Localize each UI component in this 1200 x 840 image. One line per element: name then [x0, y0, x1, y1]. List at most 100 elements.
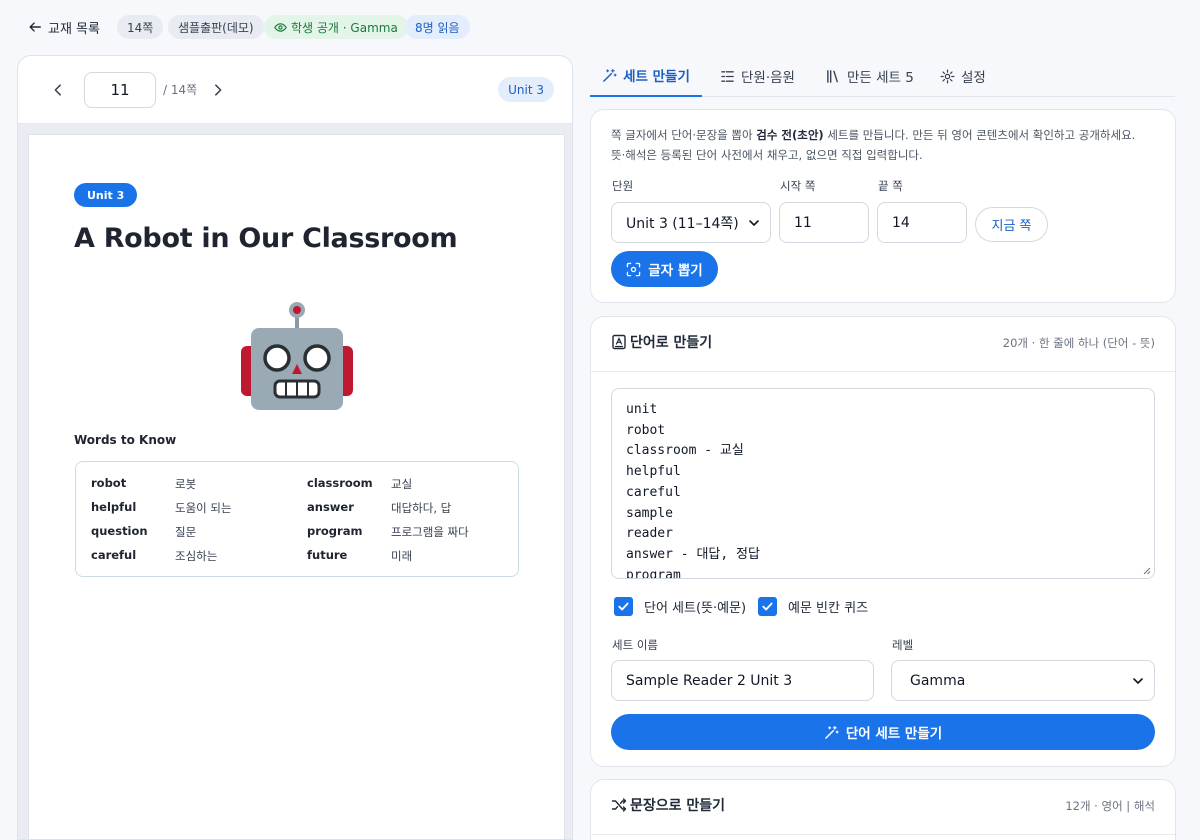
viewer-toolbar: / 14쪽 Unit 3: [18, 56, 572, 124]
paper-title: A Robot in Our Classroom: [74, 223, 458, 254]
publisher-chip: 샘플출판(데모): [168, 15, 264, 39]
list-icon: [721, 70, 734, 82]
vocab-word: helpful: [91, 500, 137, 514]
word-line: robot: [626, 422, 666, 438]
make-word-set-label: 단어 세트 만들기: [845, 726, 943, 742]
shuffle-icon: [611, 798, 627, 812]
tab-made-sets[interactable]: 만든 세트 5: [826, 55, 914, 97]
resize-grip-icon[interactable]: [1142, 566, 1151, 575]
chevron-left-icon: [54, 84, 61, 96]
robot-illustration: [241, 302, 353, 410]
sentences-title-label: 문장으로 만들기: [630, 798, 726, 814]
word-line: reader: [626, 526, 673, 542]
unit-label: 단원: [612, 179, 634, 193]
word-line: helpful: [626, 464, 681, 480]
level-select[interactable]: Gamma: [891, 660, 1155, 701]
next-page-button[interactable]: [206, 78, 230, 102]
vocab-meaning: 도움이 되는: [175, 501, 232, 515]
page-viewer: / 14쪽 Unit 3 Unit 3 A Robot in Our Class…: [17, 55, 573, 840]
prev-page-button[interactable]: [46, 78, 70, 102]
extract-button-label: 글자 뽑기: [648, 263, 703, 279]
words-to-know-heading: Words to Know: [74, 433, 177, 447]
vocab-meaning: 프로그램을 짜다: [391, 525, 469, 539]
words-title-label: 단어로 만들기: [630, 335, 713, 351]
vocab-meaning: 교실: [391, 477, 413, 491]
word-set-checkbox[interactable]: 단어 세트(뜻·예문): [614, 597, 746, 616]
page-total-label: / 14쪽: [163, 83, 198, 97]
unit-select[interactable]: Unit 3 (11–14쪽): [611, 202, 771, 243]
end-page-input[interactable]: [877, 202, 967, 243]
magic-wand-icon: [824, 725, 839, 739]
words-card-header: 단어로 만들기 20개 · 한 줄에 하나 (단어 - 뜻): [591, 317, 1175, 372]
tab-units-audio[interactable]: 단원·음원: [720, 55, 795, 97]
top-bar: 교재 목록 14쪽 샘플출판(데모) 학생 공개 · Gamma 8명 읽음: [0, 0, 1200, 54]
back-label: 교재 목록: [48, 21, 100, 37]
current-unit-badge: Unit 3: [498, 77, 554, 102]
page-number-input[interactable]: [84, 72, 156, 108]
quiz-checkbox-label: 예문 빈칸 퀴즈: [788, 601, 869, 616]
tab-label: 단원·음원: [741, 70, 795, 86]
words-card: 단어로 만들기 20개 · 한 줄에 하나 (단어 - 뜻) unit robo…: [590, 316, 1176, 767]
vocab-meaning: 질문: [175, 525, 197, 539]
start-page-input[interactable]: [779, 202, 869, 243]
vocab-row: careful 조심하는 future 미래: [76, 548, 518, 566]
words-card-title: 단어로 만들기: [611, 332, 712, 352]
back-to-textbooks-link[interactable]: 교재 목록: [28, 14, 100, 40]
words-count-meta: 20개 · 한 줄에 하나 (단어 - 뜻): [1002, 336, 1155, 350]
extract-text-button[interactable]: 글자 뽑기: [611, 251, 718, 287]
desc-bold: 검수 전(초안): [756, 128, 824, 142]
chevron-right-icon: [215, 84, 222, 96]
tab-make-set[interactable]: 세트 만들기: [590, 55, 702, 97]
gear-icon: [940, 69, 955, 83]
words-textarea[interactable]: unit robot classroom - 교실 helpful carefu…: [611, 388, 1155, 579]
word-set-checkbox-label: 단어 세트(뜻·예문): [644, 601, 747, 616]
checkmark-icon: [762, 602, 773, 611]
eye-icon: [274, 22, 287, 32]
unit-select-value: Unit 3 (11–14쪽): [626, 215, 739, 232]
checkmark-icon: [618, 602, 629, 611]
vocab-word: classroom: [307, 476, 373, 490]
word-line: answer - 대답, 정답: [626, 546, 760, 562]
panel-tabs: 세트 만들기 단원·음원 만든 세트 5 설정: [590, 55, 1175, 97]
desc-text: 세트를 만듭니다. 만든 뒤 영어 콘텐츠에서 확인하고 공개하세요.: [823, 128, 1136, 142]
make-word-set-button[interactable]: 단어 세트 만들기: [611, 714, 1155, 750]
desc-text: 쪽 글자에서 단어·문장을 뽑아: [611, 128, 757, 142]
sentences-card-header: 문장으로 만들기 12개 · 영어 | 해석: [591, 780, 1175, 835]
start-page-label: 시작 쪽: [780, 179, 816, 193]
vocab-row: helpful 도움이 되는 answer 대답하다, 답: [76, 500, 518, 518]
vocab-meaning: 대답하다, 답: [391, 501, 452, 515]
desc-text: 뜻·해석은 등록된 단어 사전에서 채우고, 없으면 직접 입력합니다.: [611, 148, 923, 162]
tab-label: 세트 만들기: [623, 69, 690, 85]
current-page-button[interactable]: 지금 쪽: [975, 207, 1048, 242]
word-line: unit: [626, 402, 658, 417]
quiz-checkbox[interactable]: 예문 빈칸 퀴즈: [758, 597, 868, 616]
chevron-down-icon: [1133, 678, 1143, 684]
vocab-meaning: 미래: [391, 549, 413, 563]
vocab-word: careful: [91, 548, 137, 562]
vocab-word: answer: [307, 500, 354, 514]
checkbox-checked[interactable]: [758, 597, 777, 616]
vocab-row: question 질문 program 프로그램을 짜다: [76, 524, 518, 542]
scan-icon: [627, 262, 641, 276]
sentences-card-title: 문장으로 만들기: [611, 795, 725, 815]
word-line: classroom - 교실: [626, 443, 744, 459]
visibility-chip: 학생 공개 · Gamma: [264, 15, 408, 39]
checkbox-checked[interactable]: [614, 597, 633, 616]
word-line: program: [626, 567, 681, 579]
end-page-label: 끝 쪽: [878, 179, 903, 193]
set-name-input[interactable]: [611, 660, 874, 701]
chevron-down-icon: [749, 220, 759, 226]
set-name-label: 세트 이름: [612, 638, 658, 652]
sentences-card: 문장으로 만들기 12개 · 영어 | 해석: [590, 779, 1176, 840]
tab-settings[interactable]: 설정: [940, 55, 986, 97]
page-count-chip: 14쪽: [117, 15, 164, 39]
level-label: 레벨: [892, 638, 914, 652]
word-line: careful: [626, 484, 681, 500]
sentences-count-meta: 12개 · 영어 | 해석: [1065, 799, 1155, 813]
vocab-word: program: [307, 524, 363, 538]
page-content: Unit 3 A Robot in Our Classroom Words to…: [28, 134, 565, 839]
visibility-label: 학생 공개 · Gamma: [291, 20, 398, 35]
level-select-value: Gamma: [910, 672, 966, 689]
extract-card: 쪽 글자에서 단어·문장을 뽑아 검수 전(초안) 세트를 만듭니다. 만든 뒤…: [590, 109, 1176, 303]
vocab-word: robot: [91, 476, 127, 490]
